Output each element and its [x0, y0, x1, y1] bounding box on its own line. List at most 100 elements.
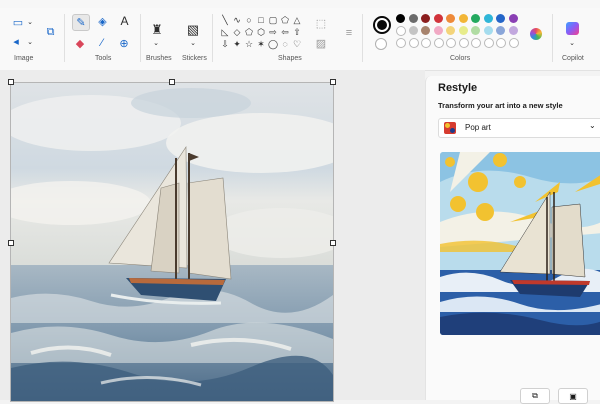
palette-color-swatch[interactable]: [471, 26, 480, 35]
custom-color-slot[interactable]: [421, 38, 431, 48]
palette-color-swatch[interactable]: [508, 14, 518, 23]
style-dropdown[interactable]: Pop art ⌄: [438, 118, 600, 138]
curve-shape-icon[interactable]: ∿: [232, 16, 242, 25]
right-triangle-shape-icon[interactable]: ◺: [220, 28, 230, 37]
six-point-star-shape-icon[interactable]: ✶: [256, 40, 266, 49]
group-label-colors: Colors: [450, 55, 471, 62]
palette-color-swatch[interactable]: [496, 14, 505, 23]
brush-icon[interactable]: ♜: [150, 22, 164, 38]
resize-handle-top-right[interactable]: [330, 79, 336, 85]
custom-color-slot[interactable]: [496, 38, 506, 48]
heart-shape-icon[interactable]: ♡: [292, 40, 302, 49]
palette-color-swatch[interactable]: [421, 14, 430, 23]
style-dropdown-value: Pop art: [465, 123, 491, 132]
palette-color-swatch[interactable]: [458, 14, 468, 23]
polygon-shape-icon[interactable]: ⬠: [280, 16, 290, 25]
custom-color-slot[interactable]: [508, 38, 519, 48]
oval-shape-icon[interactable]: ○: [244, 16, 254, 25]
custom-color-slot[interactable]: [458, 38, 469, 48]
color-picker-icon[interactable]: ⁄: [96, 37, 108, 49]
group-label-tools: Tools: [95, 55, 112, 62]
crop-icon[interactable]: ⧉: [44, 26, 57, 39]
chevron-down-icon[interactable]: ⌄: [26, 17, 34, 27]
rounded-rectangle-shape-icon[interactable]: ▢: [268, 16, 278, 25]
primary-color-swatch[interactable]: [373, 16, 391, 34]
save-icon[interactable]: ▣: [558, 388, 588, 404]
resize-handle-top[interactable]: [169, 79, 175, 85]
custom-color-slot[interactable]: [446, 38, 456, 48]
group-label-copilot: Copilot: [562, 55, 584, 62]
palette-color-swatch[interactable]: [396, 14, 405, 23]
down-arrow-shape-icon[interactable]: ⇩: [220, 40, 230, 49]
ribbon-divider: [212, 14, 213, 62]
right-arrow-shape-icon[interactable]: ⇨: [268, 28, 278, 37]
palette-color-swatch[interactable]: [446, 14, 455, 23]
custom-color-slot[interactable]: [471, 38, 481, 48]
edit-colors-icon[interactable]: [530, 28, 542, 40]
diamond-shape-icon[interactable]: ◇: [232, 28, 242, 37]
resize-handle-left[interactable]: [8, 240, 14, 246]
pencil-icon[interactable]: ✎: [72, 14, 90, 31]
palette-color-swatch[interactable]: [483, 26, 493, 35]
restyle-preview-image[interactable]: [440, 152, 600, 335]
palette-color-swatch[interactable]: [433, 26, 443, 35]
palette-color-swatch[interactable]: [433, 14, 443, 23]
resize-handle-top-left[interactable]: [8, 79, 14, 85]
palette-color-swatch[interactable]: [446, 26, 455, 35]
sailing-ship-painting: [11, 83, 333, 401]
pop-art-thumbnail-icon: [444, 122, 456, 134]
fill-bucket-icon[interactable]: ◈: [96, 15, 109, 28]
text-tool-icon[interactable]: A: [118, 14, 131, 28]
custom-color-slot[interactable]: [483, 38, 494, 48]
hexagon-shape-icon[interactable]: ⬡: [256, 28, 266, 37]
palette-color-swatch[interactable]: [396, 26, 406, 36]
copilot-icon[interactable]: [566, 22, 579, 35]
chevron-down-icon[interactable]: ⌄: [152, 39, 160, 47]
copy-icon[interactable]: ⧉: [520, 388, 550, 404]
four-point-star-shape-icon[interactable]: ✦: [232, 40, 242, 49]
left-arrow-shape-icon[interactable]: ⇦: [280, 28, 290, 37]
canvas-image-sailing-ship[interactable]: [10, 82, 334, 402]
panel-title: Restyle: [438, 82, 478, 94]
resize-handle-right[interactable]: [330, 240, 336, 246]
group-label-stickers: Stickers: [182, 55, 207, 62]
shape-size-icon[interactable]: ≡: [344, 27, 354, 39]
five-point-star-shape-icon[interactable]: ☆: [244, 40, 254, 49]
ribbon-divider: [552, 14, 553, 62]
select-icon[interactable]: ▭: [12, 16, 24, 29]
chevron-down-icon[interactable]: ⌄: [26, 37, 34, 47]
palette-color-swatch[interactable]: [458, 26, 468, 35]
line-shape-icon[interactable]: ╲: [220, 16, 230, 25]
chevron-down-icon[interactable]: ⌄: [189, 39, 197, 47]
pentagon-shape-icon[interactable]: ⬠: [244, 28, 254, 37]
rotate-icon[interactable]: ◂: [10, 35, 22, 48]
secondary-color-swatch[interactable]: [375, 38, 387, 50]
palette-color-swatch[interactable]: [421, 26, 430, 35]
custom-color-slot[interactable]: [408, 38, 419, 48]
ribbon-divider: [140, 14, 141, 62]
custom-color-slot[interactable]: [433, 38, 444, 48]
callout-shape-icon[interactable]: ◯: [268, 40, 278, 49]
pop-art-preview: [440, 152, 600, 335]
triangle-shape-icon[interactable]: △: [292, 16, 302, 25]
fill-style-icon[interactable]: ▨: [314, 38, 328, 50]
palette-color-swatch[interactable]: [408, 14, 418, 23]
palette-color-swatch[interactable]: [471, 14, 480, 23]
eraser-icon[interactable]: ◆: [74, 37, 86, 50]
palette-color-swatch[interactable]: [483, 14, 493, 23]
palette-color-swatch[interactable]: [408, 26, 418, 35]
sticker-icon[interactable]: ▧: [186, 22, 200, 38]
rectangle-shape-icon[interactable]: □: [256, 16, 266, 25]
custom-color-slot[interactable]: [396, 38, 406, 48]
magnifier-icon[interactable]: ⊕: [118, 37, 130, 50]
palette-color-swatch[interactable]: [496, 26, 505, 35]
ribbon-divider: [362, 14, 363, 62]
palette-color-swatch[interactable]: [508, 26, 518, 35]
speech-bubble-shape-icon[interactable]: ◌: [280, 40, 290, 49]
group-label-image: Image: [14, 55, 34, 62]
group-label-brushes: Brushes: [146, 55, 172, 62]
outline-style-icon[interactable]: ⬚: [314, 18, 328, 30]
up-arrow-shape-icon[interactable]: ⇧: [292, 28, 302, 37]
chevron-down-icon[interactable]: ⌄: [568, 39, 576, 47]
primary-color-fill: [377, 20, 387, 30]
